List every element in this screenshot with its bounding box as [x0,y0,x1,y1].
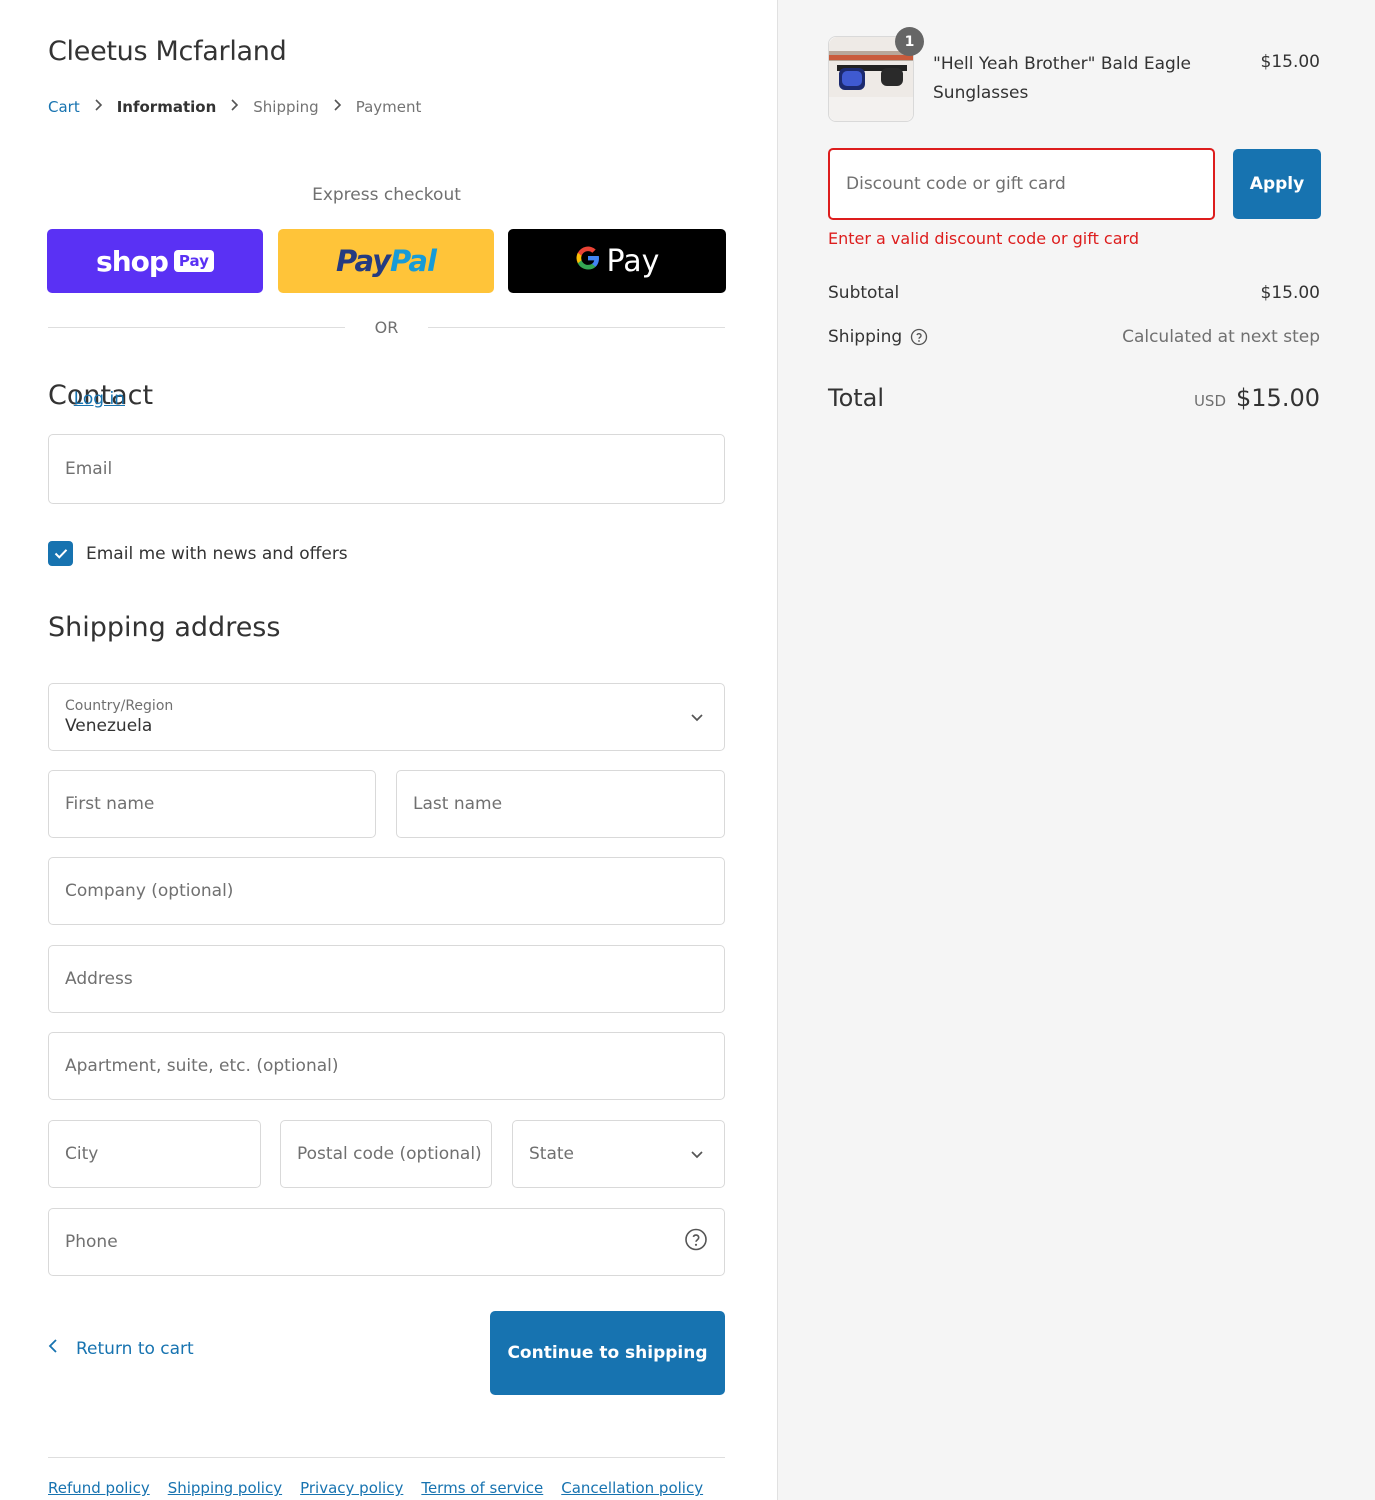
total-label: Total [828,384,885,412]
divider-line [428,327,725,328]
email-field[interactable]: Email [48,434,725,504]
country-value: Venezuela [65,716,153,736]
privacy-policy-link[interactable]: Privacy policy [300,1479,403,1497]
city-field[interactable]: City [48,1120,261,1188]
first-name-placeholder: First name [65,794,155,814]
last-name-field[interactable]: Last name [396,770,725,838]
product-thumbnail: 1 [828,27,924,122]
shop-pay-tag: Pay [173,250,214,272]
newsletter-row[interactable]: Email me with news and offers [48,541,348,566]
cancellation-policy-link[interactable]: Cancellation policy [561,1479,703,1497]
country-label: Country/Region [65,698,174,714]
phone-field[interactable]: Phone [48,1208,725,1276]
country-select[interactable]: Country/Region Venezuela [48,683,725,751]
shipping-value: Calculated at next step [1122,327,1320,347]
or-text: OR [374,318,399,337]
company-placeholder: Company (optional) [65,881,234,901]
login-link[interactable]: Log in [74,389,125,409]
google-pay-label: Pay [606,243,660,279]
discount-error-message: Enter a valid discount code or gift card [828,229,1139,248]
return-to-cart-link[interactable]: Return to cart [48,1338,194,1359]
breadcrumb-information: Information [116,98,217,116]
address-placeholder: Address [65,969,133,989]
express-checkout-label: Express checkout [312,185,461,205]
discount-code-input[interactable]: Discount code or gift card [828,148,1215,220]
chevron-down-icon [690,707,704,727]
paypal-button[interactable]: PayPal [278,229,494,293]
checkmark-icon [54,549,67,559]
terms-of-service-link[interactable]: Terms of service [421,1479,543,1497]
help-icon[interactable] [684,1228,708,1257]
shipping-policy-link[interactable]: Shipping policy [168,1479,282,1497]
postal-code-field[interactable]: Postal code (optional) [280,1120,492,1188]
chevron-left-icon [48,1338,58,1359]
apply-discount-button[interactable]: Apply [1233,149,1321,219]
paypal-logo: PayPal [336,244,437,278]
google-g-icon [575,244,601,279]
email-placeholder: Email [65,459,113,479]
last-name-placeholder: Last name [413,794,503,814]
phone-placeholder: Phone [65,1232,118,1252]
divider-line [48,327,345,328]
breadcrumb: Cart Information Shipping Payment [48,98,421,116]
newsletter-checkbox[interactable] [48,541,73,566]
postal-code-placeholder: Postal code (optional) [297,1144,482,1164]
or-divider: OR [48,318,725,337]
continue-to-shipping-button[interactable]: Continue to shipping [490,1311,725,1395]
total-row: Total USD $15.00 [828,384,1320,412]
apartment-field[interactable]: Apartment, suite, etc. (optional) [48,1032,725,1100]
subtotal-row: Subtotal $15.00 [828,283,1320,303]
total-amount: $15.00 [1236,384,1320,412]
total-currency: USD [1193,392,1227,410]
company-field[interactable]: Company (optional) [48,857,725,925]
return-to-cart-label: Return to cart [76,1338,194,1359]
quantity-badge: 1 [895,27,924,56]
shipping-row: Shipping Calculated at next step [828,327,1320,347]
refund-policy-link[interactable]: Refund policy [48,1479,150,1497]
store-name[interactable]: Cleetus Mcfarland [48,36,287,67]
subtotal-label: Subtotal [828,283,900,303]
breadcrumb-shipping: Shipping [253,98,319,116]
footer-links: Refund policy Shipping policy Privacy po… [48,1479,721,1497]
state-placeholder: State [529,1144,574,1164]
breadcrumb-payment: Payment [355,98,422,116]
checkout-main: Cleetus Mcfarland Cart Information Shipp… [0,0,777,1500]
first-name-field[interactable]: First name [48,770,376,838]
shipping-address-heading: Shipping address [48,612,281,643]
chevron-right-icon [333,99,342,115]
address-field[interactable]: Address [48,945,725,1013]
apartment-placeholder: Apartment, suite, etc. (optional) [65,1056,339,1076]
city-placeholder: City [65,1144,99,1164]
shop-pay-logo: shop [96,244,169,278]
discount-code-placeholder: Discount code or gift card [846,174,1066,194]
product-price: $15.00 [1260,52,1320,72]
state-select[interactable]: State [512,1120,725,1188]
order-summary: 1 "Hell Yeah Brother" Bald Eagle Sunglas… [777,0,1375,1500]
product-name: "Hell Yeah Brother" Bald Eagle Sunglasse… [933,54,1192,103]
footer-divider [48,1457,725,1458]
shop-pay-button[interactable]: shop Pay [47,229,263,293]
breadcrumb-cart[interactable]: Cart [48,98,80,116]
chevron-right-icon [94,99,103,115]
newsletter-label: Email me with news and offers [86,543,348,564]
subtotal-value: $15.00 [1260,283,1320,303]
help-icon[interactable] [910,328,928,346]
chevron-right-icon [230,99,239,115]
chevron-down-icon [690,1144,704,1164]
google-pay-button[interactable]: Pay [508,229,726,293]
shipping-label: Shipping [828,327,903,347]
